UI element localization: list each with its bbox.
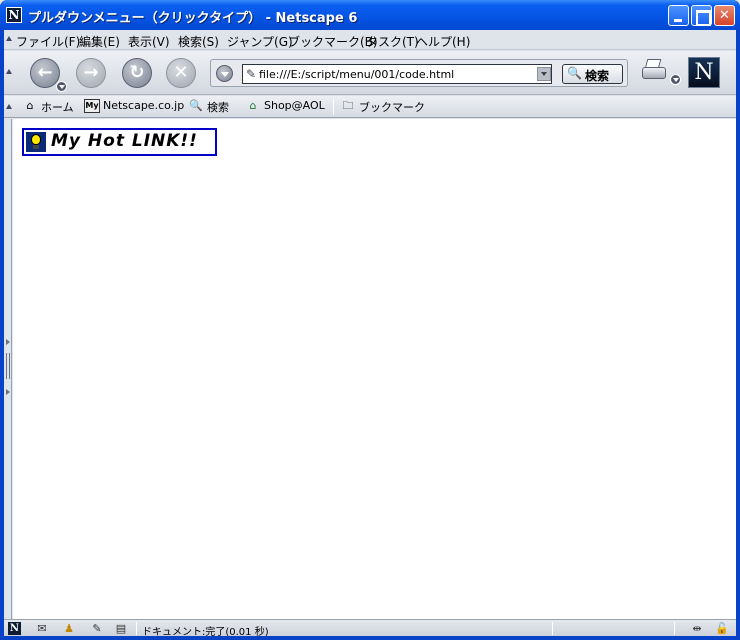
window-bottom-border (0, 636, 740, 640)
bulb-glass (31, 134, 41, 145)
address-book-icon[interactable]: ▤ (112, 622, 130, 635)
forward-button[interactable]: → (76, 58, 106, 88)
grip-lines-icon (6, 353, 10, 379)
url-bar-container: ✎ 🔍 検索 (210, 59, 628, 87)
toolbar-netscape-jp-label: Netscape.co.jp (103, 99, 185, 112)
instant-messenger-icon[interactable]: ♟ (62, 622, 76, 635)
print-dropdown[interactable] (670, 74, 681, 85)
url-dropdown-button[interactable] (537, 67, 551, 81)
hot-link-menu-button[interactable]: My Hot LINK!! (22, 128, 217, 156)
my-netscape-icon: My (84, 99, 100, 113)
toolbar-separator (333, 99, 334, 115)
title-bar[interactable]: N プルダウンメニュー（クリックタイプ） - Netscape 6 ✕ (0, 0, 740, 30)
mail-icon[interactable]: ✉ (34, 622, 50, 635)
toolbar-search-label: 検索 (207, 101, 229, 114)
menu-edit[interactable]: 編集(E) (79, 33, 120, 50)
menu-tasks[interactable]: タスク(T) (366, 33, 419, 50)
status-separator (136, 622, 137, 635)
folder-icon: 🗀 (342, 99, 354, 112)
toolbar-shop-aol-label: Shop@AOL (264, 99, 325, 112)
printer-icon (642, 67, 666, 79)
search-button[interactable]: 🔍 検索 (562, 64, 623, 84)
toolbar-bookmarks[interactable]: 🗀 ブックマーク (340, 99, 426, 115)
search-icon: 🔍 (189, 99, 203, 112)
composer-icon[interactable]: ✎ (88, 622, 106, 635)
personalbar-collapse-grip[interactable] (6, 104, 12, 109)
online-status-icon[interactable]: ⇹ (684, 622, 710, 635)
minimize-button[interactable] (668, 5, 689, 26)
menu-file[interactable]: ファイル(F) (16, 33, 80, 50)
url-history-button[interactable] (216, 65, 233, 82)
sidebar-splitter[interactable] (4, 119, 12, 619)
security-lock-icon[interactable]: 🔓 (714, 622, 730, 635)
menu-help[interactable]: ヘルプ(H) (416, 33, 470, 50)
window-title: プルダウンメニュー（クリックタイプ） - Netscape 6 (28, 11, 358, 26)
status-separator (552, 622, 553, 635)
netscape-logo[interactable]: N (688, 57, 720, 88)
shop-icon: ⌂ (249, 99, 257, 112)
status-bar: N ✉ ♟ ✎ ▤ ドキュメント:完了(0.01 秒) ⇹ 🔓 (4, 619, 736, 638)
reload-icon: ↻ (129, 62, 145, 83)
menu-bar: ファイル(F) 編集(E) 表示(V) 検索(S) ジャンプ(G) ブックマーク… (4, 30, 736, 50)
stop-button[interactable]: ✕ (166, 58, 196, 88)
bulb-base (33, 145, 39, 149)
menu-view[interactable]: 表示(V) (128, 33, 170, 50)
reload-button[interactable]: ↻ (122, 58, 152, 88)
maximize-button[interactable] (691, 5, 712, 26)
back-history-dropdown[interactable] (56, 81, 67, 92)
browser-window: N プルダウンメニュー（クリックタイプ） - Netscape 6 ✕ ファイル… (0, 0, 740, 640)
netscape-app-icon[interactable]: N (6, 7, 22, 23)
home-icon: ⌂ (26, 99, 34, 112)
back-arrow-icon: ← (37, 62, 53, 83)
toolbar-home-label: ホーム (41, 101, 74, 114)
forward-arrow-icon: → (83, 62, 99, 83)
navigator-icon[interactable]: N (8, 622, 21, 635)
navigation-toolbar: ← → ↻ ✕ ✎ 🔍 検索 (4, 51, 736, 95)
personal-toolbar: ⌂ ホーム My Netscape.co.jp 🔍 検索 ⌂ Shop@AOL 🗀 ブック… (4, 96, 736, 118)
url-input[interactable] (242, 64, 552, 84)
lightbulb-icon (26, 132, 46, 152)
print-button[interactable] (640, 59, 670, 83)
search-button-label: 検索 (585, 69, 610, 83)
magnifier-icon: 🔍 (567, 66, 582, 80)
menu-bookmarks[interactable]: ブックマーク(B) (288, 33, 378, 50)
page-proxy-icon[interactable]: ✎ (246, 67, 256, 81)
toolbar-home[interactable]: ⌂ ホーム (22, 99, 74, 115)
menu-search[interactable]: 検索(S) (178, 33, 219, 50)
toolbar-shop-aol[interactable]: ⌂ Shop@AOL (245, 99, 325, 115)
close-button[interactable]: ✕ (714, 5, 735, 26)
client-area: ファイル(F) 編集(E) 表示(V) 検索(S) ジャンプ(G) ブックマーク… (4, 30, 736, 638)
toolbar-netscape-jp[interactable]: My Netscape.co.jp (84, 99, 184, 115)
menubar-collapse-grip[interactable] (6, 36, 12, 41)
navbar-collapse-grip[interactable] (6, 69, 12, 74)
toolbar-search[interactable]: 🔍 検索 (188, 99, 229, 115)
hot-link-title: My Hot LINK!! (51, 131, 198, 151)
menu-go[interactable]: ジャンプ(G) (227, 33, 293, 50)
page-content: My Hot LINK!! (13, 119, 736, 619)
sidebar-toggle-grip[interactable] (5, 339, 11, 399)
stop-icon: ✕ (173, 62, 189, 83)
toolbar-bookmarks-label: ブックマーク (359, 101, 425, 114)
status-separator (674, 622, 675, 635)
